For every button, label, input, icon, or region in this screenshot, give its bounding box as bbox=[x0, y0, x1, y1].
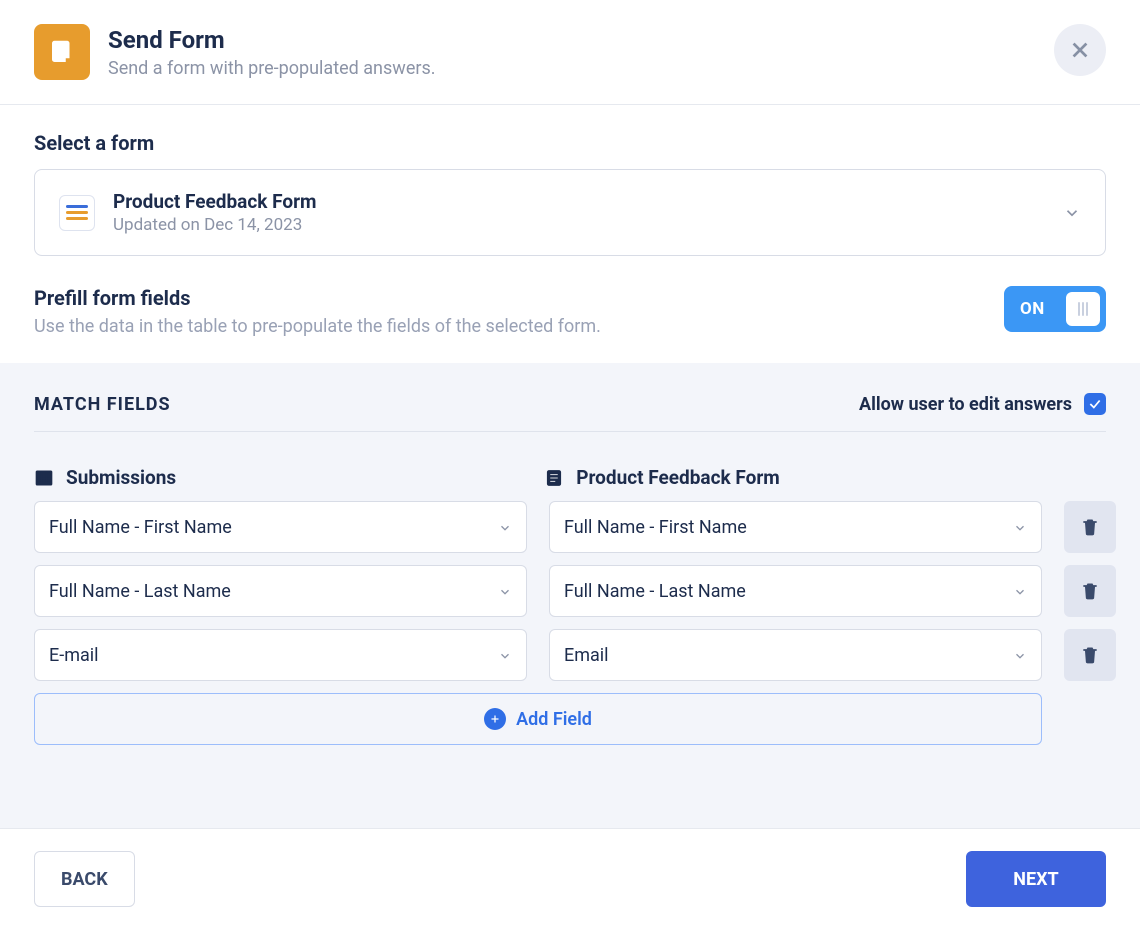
form-dropdown[interactable]: Product Feedback Form Updated on Dec 14,… bbox=[34, 169, 1106, 256]
submissions-col-header: Submissions bbox=[34, 466, 522, 489]
table-icon bbox=[34, 468, 54, 488]
source-field-dropdown[interactable]: Full Name - First Name bbox=[34, 501, 527, 553]
prefill-text: Prefill form fields Use the data in the … bbox=[34, 286, 601, 337]
form-list-icon bbox=[544, 468, 564, 488]
trash-icon bbox=[1080, 517, 1100, 537]
target-field-value: Email bbox=[564, 645, 609, 666]
send-form-modal: Send Form Send a form with pre-populated… bbox=[0, 0, 1140, 929]
select-form-section: Select a form Product Feedback Form Upda… bbox=[0, 105, 1140, 256]
prefill-subtitle: Use the data in the table to pre-populat… bbox=[34, 316, 601, 337]
allow-edit-row: Allow user to edit answers bbox=[859, 393, 1106, 415]
delete-row-button[interactable] bbox=[1064, 501, 1116, 553]
source-field-value: E-mail bbox=[49, 645, 99, 666]
header-text: Send Form Send a form with pre-populated… bbox=[108, 24, 1036, 79]
next-button[interactable]: NEXT bbox=[966, 851, 1106, 907]
toggle-label: ON bbox=[1020, 299, 1045, 319]
right-col-label: Product Feedback Form bbox=[576, 466, 779, 489]
source-field-value: Full Name - First Name bbox=[49, 517, 232, 538]
target-field-value: Full Name - Last Name bbox=[564, 581, 746, 602]
match-fields-section: MATCH FIELDS Allow user to edit answers … bbox=[0, 363, 1140, 828]
target-field-dropdown[interactable]: Full Name - Last Name bbox=[549, 565, 1042, 617]
target-field-value: Full Name - First Name bbox=[564, 517, 747, 538]
chevron-down-icon bbox=[1013, 584, 1027, 598]
prefill-title: Prefill form fields bbox=[34, 286, 601, 310]
delete-row-button[interactable] bbox=[1064, 629, 1116, 681]
target-field-dropdown[interactable]: Email bbox=[549, 629, 1042, 681]
plus-icon bbox=[484, 708, 506, 730]
select-form-label: Select a form bbox=[34, 131, 1106, 155]
field-mapping-row: E-mail Email bbox=[34, 629, 1106, 681]
modal-subtitle: Send a form with pre-populated answers. bbox=[108, 58, 1036, 79]
add-field-label: Add Field bbox=[516, 709, 592, 730]
prefill-section: Prefill form fields Use the data in the … bbox=[0, 256, 1140, 363]
source-field-dropdown[interactable]: E-mail bbox=[34, 629, 527, 681]
trash-icon bbox=[1080, 645, 1100, 665]
allow-edit-label: Allow user to edit answers bbox=[859, 394, 1072, 415]
chevron-down-icon bbox=[498, 520, 512, 534]
selected-form-updated: Updated on Dec 14, 2023 bbox=[113, 215, 1045, 235]
selected-form-name: Product Feedback Form bbox=[113, 190, 1045, 213]
columns-header: Submissions Product Feedback Form bbox=[34, 466, 1106, 489]
back-button[interactable]: BACK bbox=[34, 851, 135, 907]
chevron-down-icon bbox=[1063, 204, 1081, 222]
delete-row-button[interactable] bbox=[1064, 565, 1116, 617]
chevron-down-icon bbox=[498, 648, 512, 662]
close-icon bbox=[1069, 39, 1091, 61]
target-field-dropdown[interactable]: Full Name - First Name bbox=[549, 501, 1042, 553]
check-icon bbox=[1088, 397, 1102, 411]
form-col-header: Product Feedback Form bbox=[544, 466, 1032, 489]
form-icon bbox=[34, 24, 90, 80]
toggle-knob bbox=[1066, 292, 1100, 326]
prefill-toggle[interactable]: ON bbox=[1004, 286, 1106, 332]
trash-icon bbox=[1080, 581, 1100, 601]
allow-edit-checkbox[interactable] bbox=[1084, 393, 1106, 415]
modal-title: Send Form bbox=[108, 26, 1036, 54]
form-dropdown-body: Product Feedback Form Updated on Dec 14,… bbox=[113, 190, 1045, 235]
modal-header: Send Form Send a form with pre-populated… bbox=[0, 0, 1140, 105]
modal-footer: BACK NEXT bbox=[0, 828, 1140, 929]
match-fields-title: MATCH FIELDS bbox=[34, 394, 171, 415]
close-button[interactable] bbox=[1054, 24, 1106, 76]
back-button-label: BACK bbox=[61, 869, 108, 890]
left-col-label: Submissions bbox=[66, 466, 176, 489]
add-field-button[interactable]: Add Field bbox=[34, 693, 1042, 745]
field-mapping-row: Full Name - First Name Full Name - First… bbox=[34, 501, 1106, 553]
next-button-label: NEXT bbox=[1013, 869, 1058, 890]
match-fields-header: MATCH FIELDS Allow user to edit answers bbox=[34, 393, 1106, 432]
chevron-down-icon bbox=[498, 584, 512, 598]
field-mapping-row: Full Name - Last Name Full Name - Last N… bbox=[34, 565, 1106, 617]
form-thumbnail-icon bbox=[59, 195, 95, 231]
source-field-dropdown[interactable]: Full Name - Last Name bbox=[34, 565, 527, 617]
source-field-value: Full Name - Last Name bbox=[49, 581, 231, 602]
chevron-down-icon bbox=[1013, 648, 1027, 662]
chevron-down-icon bbox=[1013, 520, 1027, 534]
